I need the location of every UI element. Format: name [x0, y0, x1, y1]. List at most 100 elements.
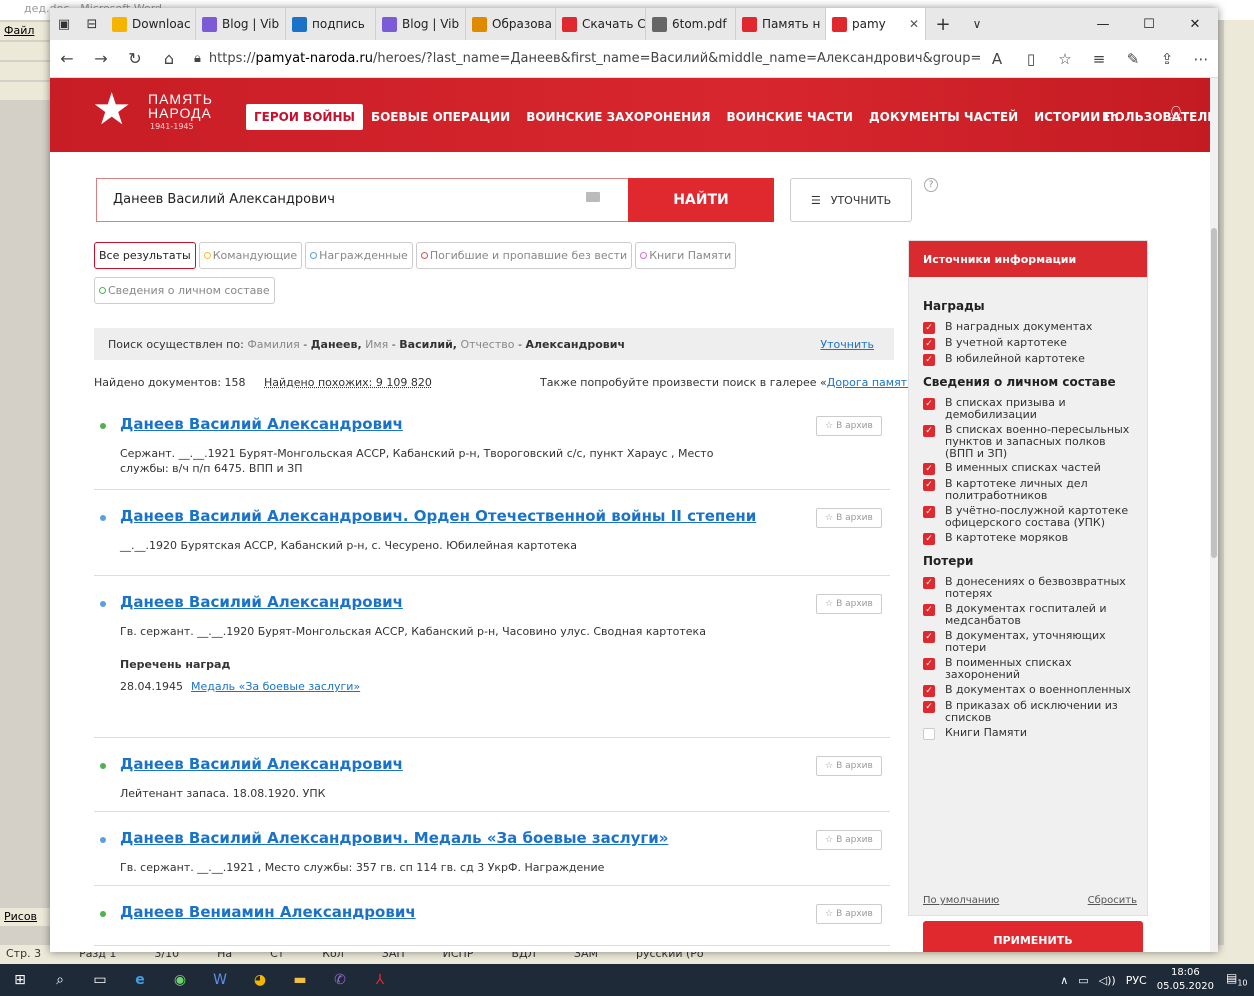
explorer-icon[interactable]: ▬ [280, 964, 320, 996]
result-title-link[interactable]: Данеев Василий Александрович [120, 755, 403, 773]
refine-link[interactable]: Уточнить [820, 338, 874, 351]
menu-item[interactable]: БОЕВЫЕ ОПЕРАЦИИ [363, 104, 518, 130]
browser-tab[interactable]: Память н [736, 8, 826, 40]
find-button[interactable]: НАЙТИ [628, 178, 774, 222]
source-checkbox[interactable]: ✓ В документах госпиталей и медсанбатов [923, 603, 1133, 627]
task-view-icon[interactable]: ▭ [80, 964, 120, 996]
filter-chip[interactable]: Командующие [198, 242, 303, 269]
source-checkbox[interactable]: ✓ В документах о военнопленных [923, 684, 1133, 697]
source-checkbox[interactable]: Книги Памяти [923, 727, 1133, 740]
minimize-button[interactable]: — [1080, 8, 1126, 40]
refine-button[interactable]: ☰ УТОЧНИТЬ [790, 178, 912, 222]
gallery-link[interactable]: Дорога памяти [827, 376, 914, 389]
volume-icon[interactable]: ◁)) [1099, 974, 1116, 987]
result-title-link[interactable]: Данеев Василий Александрович [120, 415, 403, 433]
pen-icon[interactable]: ✎ [1116, 50, 1150, 68]
filter-chip[interactable]: Все результаты [94, 242, 196, 269]
menu-item[interactable]: ВОИНСКИЕ ЧАСТИ [718, 104, 861, 130]
filter-chip[interactable]: Книги Памяти [635, 242, 737, 269]
menu-item[interactable]: ВОИНСКИЕ ЗАХОРОНЕНИЯ [518, 104, 718, 130]
clock[interactable]: 18:06 05.05.2020 [1157, 966, 1214, 994]
result-title-link[interactable]: Данеев Василий Александрович [120, 593, 403, 611]
archive-button[interactable]: ☆ В архив [816, 904, 882, 924]
result-title-link[interactable]: Данеев Василий Александрович. Орден Отеч… [120, 507, 756, 525]
default-link[interactable]: По умолчанию [923, 895, 999, 906]
source-checkbox[interactable]: ✓ В учетной картотеке [923, 337, 1133, 350]
source-checkbox[interactable]: ✓ В картотеке моряков [923, 532, 1133, 545]
source-checkbox[interactable]: ✓ В донесениях о безвозвратных потерях [923, 576, 1133, 600]
result-title-link[interactable]: Данеев Вениамин Александрович [120, 903, 416, 921]
logo-line2[interactable]: НАРОДА [148, 105, 212, 121]
viber-icon[interactable]: ✆ [320, 964, 360, 996]
url-field[interactable]: 🔒︎ https://pamyat-naroda.ru/heroes/?last… [186, 45, 980, 73]
filter-chip[interactable]: Погибшие и пропавшие без вести [415, 242, 633, 269]
source-checkbox[interactable]: ✓ В документах, уточняющих потери [923, 630, 1133, 654]
language-switch[interactable]: En [1102, 110, 1119, 124]
chrome-icon[interactable]: ◕ [240, 964, 280, 996]
favorite-star-icon[interactable]: ☆ [1048, 50, 1082, 68]
scrollbar-thumb[interactable] [1211, 228, 1217, 558]
edge-icon[interactable]: e [120, 964, 160, 996]
archive-button[interactable]: ☆ В архив [816, 594, 882, 614]
torrent-icon[interactable]: ◉ [160, 964, 200, 996]
browser-tab[interactable]: Образова [466, 8, 556, 40]
archive-button[interactable]: ☆ В архив [816, 830, 882, 850]
browser-tab[interactable]: Скачать С [556, 8, 646, 40]
tab-actions-icon[interactable]: ⊟ [78, 8, 106, 40]
source-checkbox[interactable]: ✓ В приказах об исключении из списков [923, 700, 1133, 724]
language-indicator[interactable]: РУС [1126, 974, 1147, 987]
refresh-icon[interactable]: ↻ [118, 49, 152, 68]
windows-start-icon[interactable]: ⊞ [0, 964, 40, 996]
user-icon[interactable]: 👤︎ [1167, 106, 1185, 122]
browser-tab[interactable]: 6tom.pdf [646, 8, 736, 40]
browser-menu-icon[interactable]: ▣ [50, 8, 78, 40]
share-icon[interactable]: ⇪ [1150, 50, 1184, 68]
pdf-icon[interactable]: ⅄ [360, 964, 400, 996]
tray-chevron-icon[interactable]: ∧ [1060, 974, 1068, 987]
menu-item[interactable]: ДОКУМЕНТЫ ЧАСТЕЙ [861, 104, 1026, 130]
similar-found[interactable]: Найдено похожих: 9 109 820 [264, 376, 432, 389]
search-icon[interactable]: ⌕ [40, 964, 80, 996]
keyboard-icon[interactable] [586, 192, 600, 202]
browser-tab[interactable]: Downloac [106, 8, 196, 40]
archive-button[interactable]: ☆ В архив [816, 508, 882, 528]
home-icon[interactable]: ⌂ [152, 49, 186, 68]
reset-link[interactable]: Сбросить [1088, 895, 1137, 906]
award-link[interactable]: Медаль «За боевые заслуги» [191, 680, 360, 693]
notification-icon[interactable]: ▤10 [1226, 971, 1248, 989]
word-draw-toolbar[interactable]: Рисов [0, 908, 50, 926]
archive-button[interactable]: ☆ В архив [816, 416, 882, 436]
reading-view-icon[interactable]: ▯ [1014, 50, 1048, 68]
tab-close-icon[interactable]: ✕ [909, 17, 919, 31]
help-icon[interactable]: ? [924, 178, 938, 192]
result-title-link[interactable]: Данеев Василий Александрович. Медаль «За… [120, 829, 668, 847]
apply-button[interactable]: ПРИМЕНИТЬ [923, 921, 1143, 952]
filter-chip[interactable]: Награжденные [305, 242, 413, 269]
browser-tab[interactable]: Blog | Vib [196, 8, 286, 40]
source-checkbox[interactable]: ✓ В именных списках частей [923, 462, 1133, 475]
source-checkbox[interactable]: ✓ В поименных списках захоронений [923, 657, 1133, 681]
browser-tab[interactable]: pamy ✕ [826, 8, 926, 40]
search-input[interactable]: Данеев Василий Александрович [96, 178, 628, 222]
menu-item[interactable]: ГЕРОИ ВОЙНЫ [246, 104, 363, 130]
favorites-list-icon[interactable]: ≡ [1082, 50, 1116, 68]
source-checkbox[interactable]: ✓ В картотеке личных дел политработников [923, 478, 1133, 502]
network-icon[interactable]: ▭ [1078, 974, 1088, 987]
source-checkbox[interactable]: ✓ В юбилейной картотеке [923, 353, 1133, 366]
page-scrollbar[interactable] [1210, 78, 1218, 952]
close-button[interactable]: ✕ [1172, 8, 1218, 40]
new-tab-button[interactable]: + [926, 14, 960, 35]
back-icon[interactable]: ← [50, 49, 84, 68]
source-checkbox[interactable]: ✓ В списках военно-пересыльных пунктов и … [923, 424, 1133, 460]
star-logo-icon[interactable]: ★ [92, 88, 131, 132]
maximize-button[interactable]: ☐ [1126, 8, 1172, 40]
word-scrollbar[interactable] [1224, 20, 1254, 950]
archive-button[interactable]: ☆ В архив [816, 756, 882, 776]
source-checkbox[interactable]: ✓ В наградных документах [923, 321, 1133, 334]
filter-chip[interactable]: Сведения о личном составе [94, 277, 275, 304]
forward-icon[interactable]: → [84, 49, 118, 68]
read-aloud-icon[interactable]: A [980, 50, 1014, 68]
browser-tab[interactable]: подпись [286, 8, 376, 40]
word-icon[interactable]: W [200, 964, 240, 996]
source-checkbox[interactable]: ✓ В учётно-послужной картотеке офицерског… [923, 505, 1133, 529]
